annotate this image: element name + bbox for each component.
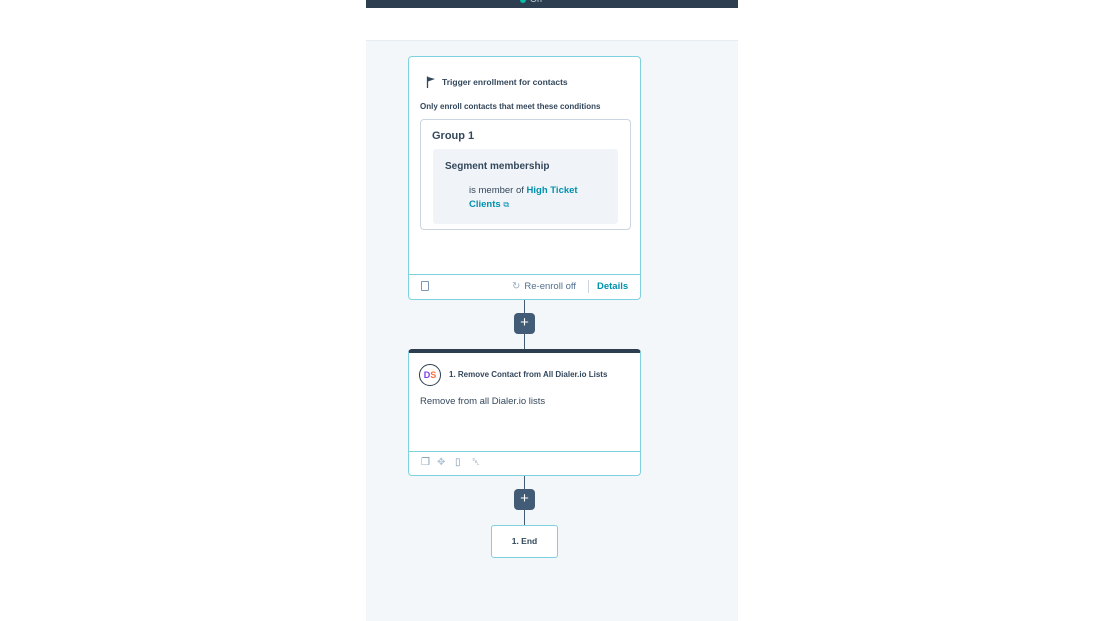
copy-icon[interactable]: ❐ <box>421 458 430 468</box>
status-dot <box>520 0 526 3</box>
filter-operator: is member of <box>469 185 524 196</box>
add-step-button[interactable]: + <box>514 313 535 334</box>
end-node[interactable]: 1. End <box>491 525 558 558</box>
reenroll-status[interactable]: ↻ Re-enroll off <box>512 281 576 292</box>
sync-icon: ↻ <box>512 281 521 292</box>
details-link[interactable]: Details <box>597 281 628 292</box>
clipboard-icon[interactable]: ▯ <box>455 458 461 468</box>
filter-group: Group 1 Segment membership is member of … <box>420 119 631 230</box>
action-title: 1. Remove Contact from All Dialer.io Lis… <box>449 370 608 379</box>
flag-icon <box>426 76 435 88</box>
footer-divider <box>588 280 589 293</box>
action-description: Remove from all Dialer.io lists <box>420 396 546 407</box>
workflow-canvas: Trigger enrollment for contacts Only enr… <box>366 40 738 621</box>
reenroll-label: Re-enroll off <box>524 281 576 292</box>
move-icon[interactable]: ✥ <box>437 458 445 468</box>
trigger-card[interactable]: Trigger enrollment for contacts Only enr… <box>408 56 641 300</box>
group-title: Group 1 <box>432 130 475 142</box>
action-card[interactable]: DS 1. Remove Contact from All Dialer.io … <box>408 349 641 476</box>
action-footer: ❐ ✥ ▯ ␡ <box>409 451 640 475</box>
trigger-subtitle: Only enroll contacts that meet these con… <box>420 102 601 111</box>
dialer-logo-icon: DS <box>419 364 441 386</box>
clipboard-icon[interactable] <box>421 281 429 291</box>
trigger-title: Trigger enrollment for contacts <box>442 77 568 87</box>
add-step-button[interactable]: + <box>514 489 535 510</box>
status-label: On <box>530 0 542 4</box>
filter-title: Segment membership <box>445 161 550 172</box>
trigger-header: Trigger enrollment for contacts <box>426 76 568 88</box>
filter-description: is member of High Ticket Clients ⧉ <box>469 184 609 212</box>
top-status-bar: On <box>366 0 738 8</box>
trigger-footer: ↻ Re-enroll off Details <box>409 274 640 299</box>
filter-condition: Segment membership is member of High Tic… <box>433 149 618 224</box>
trash-icon[interactable]: ␡ <box>472 458 480 468</box>
external-link-icon[interactable]: ⧉ <box>503 198 509 212</box>
